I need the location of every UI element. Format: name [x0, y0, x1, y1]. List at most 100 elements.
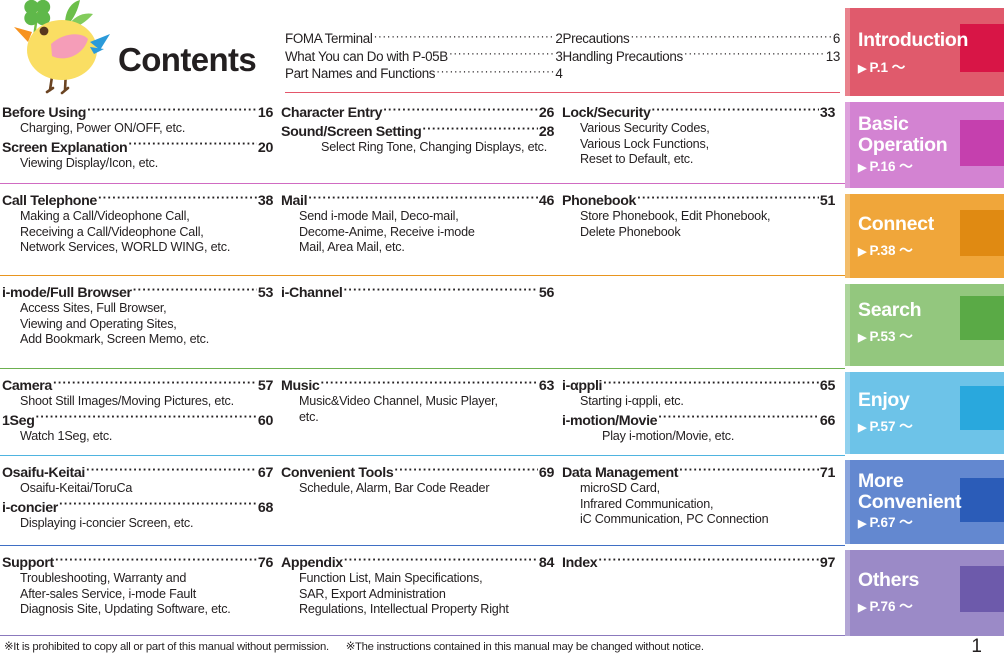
toc-entry-page: 53	[257, 285, 273, 302]
toc-entry-page: 60	[257, 412, 273, 429]
toc-entry[interactable]: Support 76 Troubleshooting, Warranty and A…	[2, 553, 273, 617]
toc-entry[interactable]: i-mode/Full Browser 53 Access Sites, Full …	[2, 283, 273, 347]
tab-page-reference: ▶ P.1 〜	[858, 61, 905, 76]
tab-accent-block	[960, 566, 1004, 612]
dot-leader	[449, 47, 555, 60]
toc-entry[interactable]: i-αppli 65 Starting i-αppli, etc.	[562, 376, 835, 410]
toc-entry-head: i-mode/Full Browser 53	[2, 283, 273, 301]
toc-entry-title: Music	[281, 378, 320, 395]
tab-page-label: P.1 〜	[869, 60, 906, 75]
toc-row: Osaifu-Keitai 67 Osaifu-Keitai/ToruCa i-con…	[0, 456, 845, 546]
toc-column: Phonebook 51 Store Phonebook, Edit Phonebo…	[562, 191, 843, 276]
section-tab[interactable]: More Convenient ▶ P.67 〜	[845, 460, 1004, 544]
tab-label: Search	[858, 299, 922, 321]
toc-entry-title: Convenient Tools	[281, 465, 394, 482]
section-tab[interactable]: Enjoy ▶ P.57 〜	[845, 372, 1004, 454]
toc-entry[interactable]: Convenient Tools 69 Schedule, Alarm, Bar C…	[281, 463, 554, 497]
toc-entry-title: Camera	[2, 378, 52, 395]
toc-column: Character Entry 26 Sound/Screen Setting 28S…	[281, 103, 562, 184]
toc-entry-page: 28	[538, 124, 554, 141]
footer-note-2: ※The instructions contained in this manu…	[345, 641, 704, 653]
toc-entry-page: 20	[257, 139, 273, 156]
toc-entry[interactable]: Part Names and Functions 4	[285, 65, 563, 81]
toc-entry[interactable]: Sound/Screen Setting 28Select Ring Tone, …	[281, 122, 554, 156]
header-column-2: Precautions 6 Handling Precautions 13	[563, 30, 841, 82]
toc-entry[interactable]: FOMA Terminal 2	[285, 30, 563, 46]
toc-entry-head: Music 63	[281, 376, 554, 394]
toc-entry[interactable]: Phonebook 51 Store Phonebook, Edit Phonebo…	[562, 191, 835, 240]
toc-entry-title: Character Entry	[281, 105, 383, 122]
toc-entry-head: Sound/Screen Setting 28	[281, 122, 554, 140]
toc-row: i-mode/Full Browser 53 Access Sites, Full …	[0, 276, 845, 369]
tab-label: More Convenient	[858, 470, 962, 513]
toc-entry[interactable]: Camera 57 Shoot Still Images/Moving Pictur…	[2, 376, 273, 410]
toc-entry[interactable]: Precautions 6	[563, 30, 841, 46]
toc-entry[interactable]: Handling Precautions 13	[563, 47, 841, 63]
toc-entry[interactable]: Index 97	[562, 553, 835, 571]
dot-leader	[320, 376, 537, 390]
toc-entry-head: Support 76	[2, 553, 273, 571]
header-column-1: FOMA Terminal 2 What You can Do with P-0…	[285, 30, 563, 82]
toc-entry[interactable]: i-Channel 56	[281, 283, 554, 301]
toc-entry-page: 97	[819, 555, 835, 572]
section-tab[interactable]: Search ▶ P.53 〜	[845, 284, 1004, 366]
toc-entry-page: 3	[555, 48, 563, 64]
toc-entry[interactable]: Call Telephone 38 Making a Call/Videophone…	[2, 191, 273, 255]
section-tab[interactable]: Others ▶ P.76 〜	[845, 550, 1004, 636]
tab-page-label: P.57 〜	[869, 419, 913, 434]
toc-entry-description: Making a Call/Videophone Call, Receiving…	[20, 209, 231, 254]
tab-page-label: P.76 〜	[869, 599, 913, 614]
toc-entry-head: Appendix 84	[281, 553, 554, 571]
toc-entry-title: Precautions	[562, 31, 630, 47]
toc-entry-title: Index	[562, 555, 598, 572]
toc-entry[interactable]: Mail 46 Send i-mode Mail, Deco-mail, Decom…	[281, 191, 554, 255]
triangle-right-icon: ▶	[858, 246, 870, 258]
toc-entry-description: Charging, Power ON/OFF, etc.	[20, 121, 186, 136]
toc-entry[interactable]: Appendix 84 Function List, Main Specificat…	[281, 553, 554, 617]
toc-row: Camera 57 Shoot Still Images/Moving Pictur…	[0, 369, 845, 456]
toc-entry[interactable]: Before Using 16 Charging, Power ON/OFF, et…	[2, 103, 273, 137]
dot-leader	[436, 65, 554, 78]
toc-entry[interactable]: Character Entry 26	[281, 103, 554, 121]
toc-entry[interactable]: Music 63 Music&Video Channel, Music Player…	[281, 376, 554, 425]
toc-entry-page: 76	[257, 555, 273, 572]
toc-column: Index 97	[562, 553, 843, 636]
toc-entry-description: Shoot Still Images/Moving Pictures, etc.	[20, 394, 234, 409]
tab-edge-stripe	[845, 8, 850, 96]
toc-entry[interactable]: Screen Explanation 20 Viewing Display/Icon…	[2, 138, 273, 172]
tab-edge-stripe	[845, 372, 850, 454]
toc-entry-head: Convenient Tools 69	[281, 463, 554, 481]
toc-entry-page: 51	[819, 193, 835, 210]
dot-leader	[383, 103, 538, 117]
toc-entry[interactable]: What You can Do with P-05B 3	[285, 47, 563, 63]
toc-entry-page: 84	[538, 555, 554, 572]
toc-entry-description: Store Phonebook, Edit Phonebook, Delete …	[580, 209, 771, 239]
contents-page: Contents FOMA Terminal 2 What You can Do…	[0, 0, 1004, 659]
toc-entry[interactable]: i-motion/Movie 66 Play i-motion/Movie, etc…	[562, 411, 835, 445]
toc-entry-page: 38	[257, 193, 273, 210]
toc-entry-head: Camera 57	[2, 376, 273, 394]
dot-leader	[87, 103, 257, 117]
toc-entry-page: 67	[257, 465, 273, 482]
dot-leader	[422, 122, 537, 136]
tab-page-label: P.38 〜	[869, 243, 913, 258]
toc-entry-head: Part Names and Functions 4	[285, 65, 563, 81]
section-tab[interactable]: Introduction ▶ P.1 〜	[845, 8, 1004, 96]
toc-entry-title: Mail	[281, 193, 308, 210]
tab-edge-stripe	[845, 550, 850, 636]
toc-entry[interactable]: Lock/Security 33 Various Security Codes, V…	[562, 103, 835, 167]
toc-entry[interactable]: Osaifu-Keitai 67 Osaifu-Keitai/ToruCa	[2, 463, 273, 497]
dot-leader	[630, 30, 832, 43]
toc-column: Lock/Security 33 Various Security Codes, V…	[562, 103, 843, 184]
toc-entry[interactable]: Data Management 71 microSD Card, Infrared …	[562, 463, 835, 527]
toc-entry-page: 65	[819, 378, 835, 395]
section-tab[interactable]: Connect ▶ P.38 〜	[845, 194, 1004, 278]
toc-entry[interactable]: i-concier 68 Displaying i-concier Screen, …	[2, 498, 273, 532]
toc-entry-title: Part Names and Functions	[285, 66, 436, 82]
section-tab[interactable]: Basic Operation ▶ P.16 〜	[845, 102, 1004, 188]
toc-entry[interactable]: 1Seg 60 Watch 1Seg, etc.	[2, 411, 273, 445]
triangle-right-icon: ▶	[858, 332, 870, 344]
toc-column: Music 63 Music&Video Channel, Music Player…	[281, 376, 562, 456]
toc-entry-title: Data Management	[562, 465, 679, 482]
tab-accent-block	[960, 210, 1004, 256]
